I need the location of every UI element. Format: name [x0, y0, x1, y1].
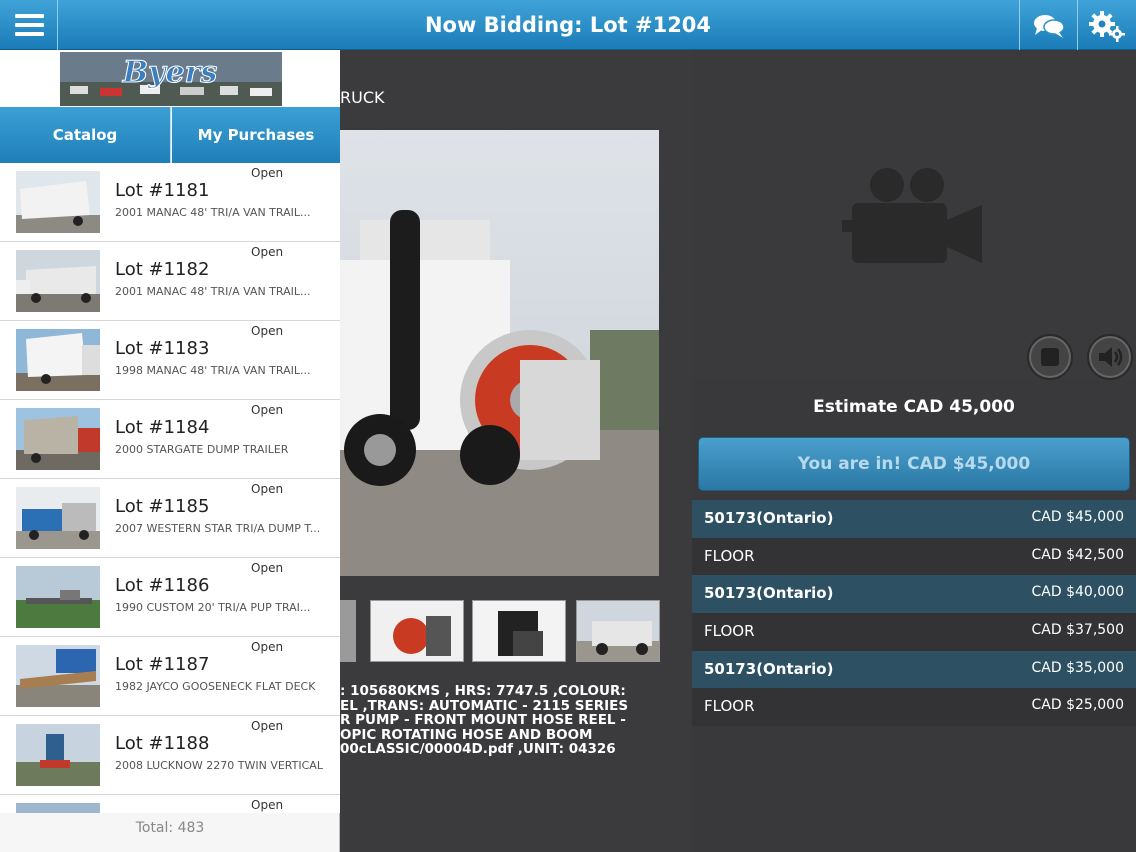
- photo-thumbnail[interactable]: [370, 600, 464, 662]
- lot-thumbnail: [16, 724, 100, 786]
- page-title: Now Bidding: Lot #1204: [424, 13, 712, 37]
- lot-thumbnail: [16, 408, 100, 470]
- bid-row: FLOOR CAD $37,500: [692, 613, 1136, 651]
- list-item[interactable]: Open Lot #1185 2007 WESTERN STAR TRI/A D…: [0, 479, 340, 558]
- list-item[interactable]: Open Lot #1188 2008 LUCKNOW 2270 TWIN VE…: [0, 716, 340, 795]
- main-lot-photo[interactable]: [340, 130, 659, 576]
- lot-thumbnail: [16, 645, 100, 707]
- lot-thumbnail: [16, 487, 100, 549]
- lot-thumbnail: [16, 566, 100, 628]
- video-feed: [692, 50, 1136, 380]
- lot-title: RUCK: [340, 88, 385, 107]
- list-item[interactable]: Open Lot #1184 2000 STARGATE DUMP TRAILE…: [0, 400, 340, 479]
- bid-row: FLOOR CAD $25,000: [692, 688, 1136, 727]
- logo-text: Byers: [122, 55, 218, 90]
- list-item[interactable]: Open Lot #1181 2001 MANAC 48' TRI/A VAN …: [0, 163, 340, 242]
- settings-button[interactable]: [1077, 0, 1136, 50]
- tab-my-purchases[interactable]: My Purchases: [172, 107, 340, 163]
- list-item[interactable]: Open Lot #1183 1998 MANAC 48' TRI/A VAN …: [0, 321, 340, 400]
- bid-history: 50173(Ontario) CAD $45,000 FLOOR CAD $42…: [692, 500, 1136, 727]
- bid-row: FLOOR CAD $42,500: [692, 537, 1136, 576]
- speaker-icon: [1099, 347, 1123, 367]
- list-item[interactable]: Open Lot #1186 1990 CUSTOM 20' TRI/A PUP…: [0, 558, 340, 637]
- stop-icon: [1041, 348, 1059, 366]
- video-camera-icon: [842, 168, 982, 263]
- chat-button[interactable]: [1019, 0, 1077, 50]
- lot-thumbnail: [16, 329, 100, 391]
- logo-area: Byers: [0, 50, 340, 107]
- sidebar-tabs: Catalog My Purchases: [0, 107, 340, 163]
- bid-row: 50173(Ontario) CAD $40,000: [692, 575, 1136, 614]
- menu-button[interactable]: [0, 0, 58, 50]
- catalog-sidebar: Byers Catalog My Purchases Open Lot #118…: [0, 50, 340, 852]
- tab-catalog[interactable]: Catalog: [0, 107, 171, 163]
- hamburger-menu-icon: [15, 14, 44, 36]
- lot-description: : 105680KMS , HRS: 7747.5 ,COLOUR: EL ,T…: [340, 684, 629, 757]
- photo-thumbnail[interactable]: [472, 600, 566, 662]
- list-item[interactable]: Open: [0, 795, 340, 813]
- bid-row: 50173(Ontario) CAD $45,000: [692, 500, 1136, 538]
- lot-list[interactable]: Open Lot #1181 2001 MANAC 48' TRI/A VAN …: [0, 163, 340, 813]
- list-item[interactable]: Open Lot #1182 2001 MANAC 48' TRI/A VAN …: [0, 242, 340, 321]
- gears-icon: [1089, 11, 1125, 42]
- lot-thumbnail: [16, 171, 100, 233]
- byers-logo: Byers: [60, 52, 282, 106]
- chat-bubbles-icon: [1034, 15, 1065, 38]
- lot-total-count: Total: 483: [135, 820, 205, 836]
- photo-thumbnail[interactable]: [576, 600, 660, 662]
- estimate-label: Estimate CAD 45,000: [813, 397, 1015, 417]
- bid-button[interactable]: You are in! CAD $45,000: [698, 437, 1130, 491]
- top-navigation-bar: Now Bidding: Lot #1204: [0, 0, 1136, 50]
- app-root: RUCK: 105680KMS , HRS: 7747.5 ,COLOUR: …: [0, 0, 1136, 852]
- stop-button[interactable]: [1027, 334, 1073, 380]
- bid-row: 50173(Ontario) CAD $35,000: [692, 650, 1136, 689]
- sound-button[interactable]: [1087, 334, 1133, 380]
- photo-thumbnail-strip: [340, 600, 670, 662]
- lot-thumbnail: [16, 250, 100, 312]
- photo-thumbnail[interactable]: [340, 600, 356, 662]
- lot-thumbnail: [16, 803, 100, 813]
- list-item[interactable]: Open Lot #1187 1982 JAYCO GOOSENECK FLAT…: [0, 637, 340, 716]
